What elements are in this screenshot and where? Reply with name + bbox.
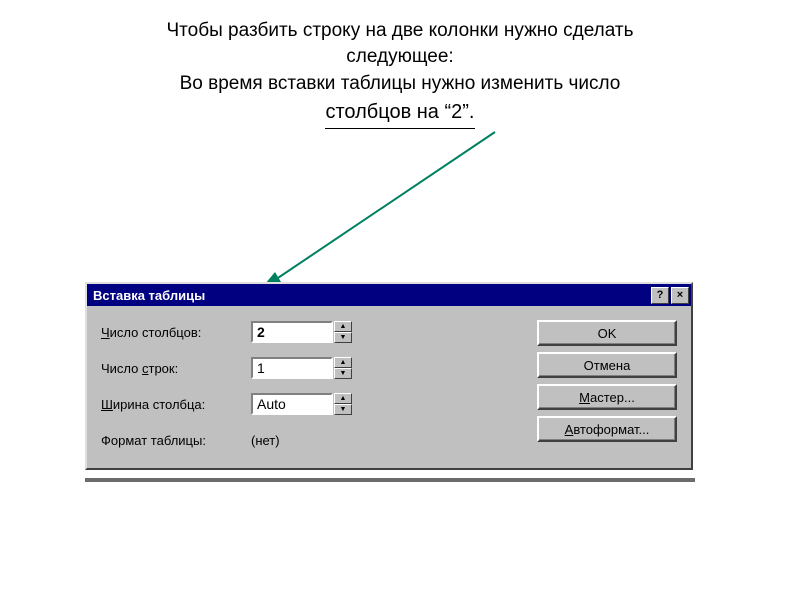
format-label: Формат таблицы:: [101, 433, 251, 448]
columns-label: Число столбцов:: [101, 325, 251, 340]
columns-input[interactable]: 2: [251, 321, 333, 343]
columns-spinner[interactable]: 2 ▲ ▼: [251, 321, 352, 343]
subtitle-line-2: столбцов на “2”.: [325, 99, 474, 129]
dialog-title: Вставка таблицы: [93, 288, 649, 303]
columns-spin-down[interactable]: ▼: [334, 332, 352, 343]
ok-button[interactable]: OK: [537, 320, 677, 346]
width-spinner[interactable]: Auto ▲ ▼: [251, 393, 352, 415]
width-spin-down[interactable]: ▼: [334, 404, 352, 415]
width-spin-up[interactable]: ▲: [334, 393, 352, 404]
width-input[interactable]: Auto: [251, 393, 333, 415]
rows-spin-buttons: ▲ ▼: [334, 357, 352, 379]
format-value: (нет): [251, 433, 280, 448]
rows-spinner[interactable]: 1 ▲ ▼: [251, 357, 352, 379]
columns-spin-buttons: ▲ ▼: [334, 321, 352, 343]
row-width: Ширина столбца: Auto ▲ ▼: [101, 392, 507, 416]
width-spin-buttons: ▲ ▼: [334, 393, 352, 415]
dialog-body: Число столбцов: 2 ▲ ▼ Число строк: 1 ▲ ▼: [87, 306, 691, 468]
dialog-shadow: [85, 478, 695, 482]
help-button[interactable]: ?: [651, 287, 669, 304]
row-format: Формат таблицы: (нет): [101, 428, 507, 452]
cancel-button[interactable]: Отмена: [537, 352, 677, 378]
subtitle-line-1: Во время вставки таблицы нужно изменить …: [180, 73, 621, 94]
button-column: OK Отмена Мастер... Автоформат...: [507, 320, 677, 452]
slide-header: Чтобы разбить строку на две колонки нужн…: [0, 0, 800, 69]
help-icon: ?: [657, 290, 664, 301]
dialog-titlebar[interactable]: Вставка таблицы ? ×: [87, 284, 691, 306]
rows-label: Число строк:: [101, 361, 251, 376]
rows-input[interactable]: 1: [251, 357, 333, 379]
close-icon: ×: [677, 290, 683, 301]
close-button[interactable]: ×: [671, 287, 689, 304]
rows-spin-up[interactable]: ▲: [334, 357, 352, 368]
width-label: Ширина столбца:: [101, 397, 251, 412]
title-line-1: Чтобы разбить строку на две колонки нужн…: [0, 18, 800, 44]
form-column: Число столбцов: 2 ▲ ▼ Число строк: 1 ▲ ▼: [101, 320, 507, 452]
columns-spin-up[interactable]: ▲: [334, 321, 352, 332]
row-columns: Число столбцов: 2 ▲ ▼: [101, 320, 507, 344]
autoformat-button[interactable]: Автоформат...: [537, 416, 677, 442]
insert-table-dialog: Вставка таблицы ? × Число столбцов: 2 ▲ …: [85, 282, 693, 470]
title-line-2: следующее:: [0, 44, 800, 70]
pointer-arrow: [245, 130, 505, 300]
row-rows: Число строк: 1 ▲ ▼: [101, 356, 507, 380]
wizard-button[interactable]: Мастер...: [537, 384, 677, 410]
rows-spin-down[interactable]: ▼: [334, 368, 352, 379]
